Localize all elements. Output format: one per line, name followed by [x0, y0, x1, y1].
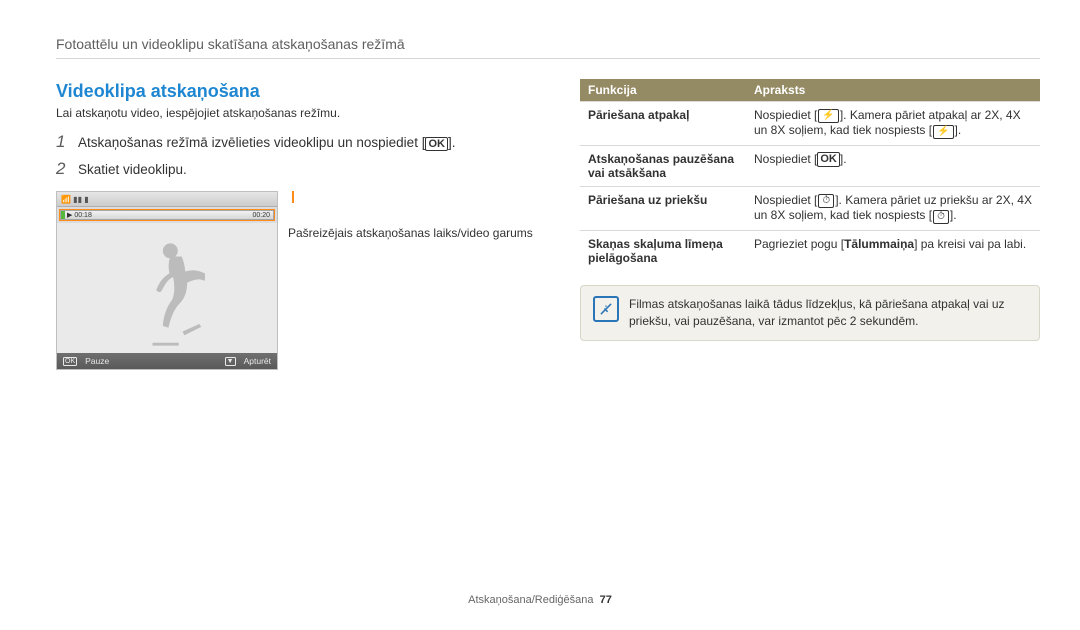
bottom-stop-label: Apturēt: [244, 356, 271, 366]
step-text: Skatiet videoklipu.: [78, 160, 187, 180]
step-2: 2 Skatiet videoklipu.: [56, 159, 546, 180]
screenshot-caption: Pašreizējais atskaņošanas laiks/video ga…: [288, 225, 533, 241]
table-row: Skaņas skaļuma līmeņa pielāgošana Pagrie…: [580, 230, 1040, 271]
ok-marker: OK: [63, 357, 77, 366]
step-1: 1 Atskaņošanas režīmā izvēlieties videok…: [56, 132, 546, 153]
step-number: 1: [56, 132, 70, 152]
divider: [56, 58, 1040, 59]
playback-progress: ▶ 00:18 00:20: [60, 210, 274, 220]
fn-desc: Nospiediet [⏱]. Kamera pāriet uz priekšu…: [746, 186, 1040, 230]
flash-icon: ⚡: [933, 125, 953, 139]
fn-desc: Nospiediet [⚡]. Kamera pāriet atpakaļ ar…: [746, 102, 1040, 146]
footer-chapter: Atskaņošana/Rediģēšana: [468, 594, 593, 606]
page-title: Videoklipa atskaņošana: [56, 81, 546, 102]
skater-silhouette: [130, 235, 205, 353]
table-header-function: Funkcija: [580, 79, 746, 102]
bottom-pause-label: Pauze: [85, 356, 109, 366]
playback-progress-highlight: ▶ 00:18 00:20: [59, 209, 275, 221]
page-footer: Atskaņošana/Rediģēšana 77: [0, 594, 1080, 606]
timer-icon: ⏱: [933, 210, 949, 224]
down-marker: ▼: [225, 357, 236, 366]
ok-icon: OK: [425, 137, 448, 152]
note-text: Filmas atskaņošanas laikā tādus līdzekļu…: [629, 296, 1027, 331]
fn-name: Pāriešana uz priekšu: [580, 186, 746, 230]
step-text: Atskaņošanas režīmā izvēlieties videokli…: [78, 133, 455, 153]
playback-time-current: ▶ 00:18: [67, 211, 92, 219]
table-row: Pāriešana atpakaļ Nospiediet [⚡]. Kamera…: [580, 102, 1040, 146]
functions-table: Funkcija Apraksts Pāriešana atpakaļ Nosp…: [580, 79, 1040, 271]
flash-icon: ⚡: [818, 109, 838, 123]
section-title: Fotoattēlu un videoklipu skatīšana atska…: [56, 36, 1040, 52]
player-video-area: [57, 223, 277, 353]
screenshot-video-player: 📶 ▮▮ ▮ ▶ 00:18 00:20: [56, 191, 278, 370]
fn-desc: Pagrieziet pogu [Tālummaiņa] pa kreisi v…: [746, 230, 1040, 271]
intro-text: Lai atskaņotu video, iespējojiet atskaņo…: [56, 106, 546, 120]
table-row: Pāriešana uz priekšu Nospiediet [⏱]. Kam…: [580, 186, 1040, 230]
fn-name: Atskaņošanas pauzēšana vai atsākšana: [580, 145, 746, 186]
fn-name: Skaņas skaļuma līmeņa pielāgošana: [580, 230, 746, 271]
fn-desc: Nospiediet [OK].: [746, 145, 1040, 186]
table-row: Atskaņošanas pauzēšana vai atsākšana Nos…: [580, 145, 1040, 186]
fn-name: Pāriešana atpakaļ: [580, 102, 746, 146]
note-box: Filmas atskaņošanas laikā tādus līdzekļu…: [580, 285, 1040, 342]
timer-icon: ⏱: [818, 194, 834, 208]
step-number: 2: [56, 159, 70, 179]
table-header-description: Apraksts: [746, 79, 1040, 102]
player-top-bar: 📶 ▮▮ ▮: [57, 192, 277, 207]
player-bottom-bar: OK Pauze ▼ Apturēt: [57, 353, 277, 369]
callout-line: [292, 191, 294, 203]
playback-time-total: 00:20: [252, 212, 270, 219]
info-icon: [593, 296, 619, 322]
footer-page-number: 77: [600, 594, 612, 606]
ok-icon: OK: [817, 152, 840, 167]
